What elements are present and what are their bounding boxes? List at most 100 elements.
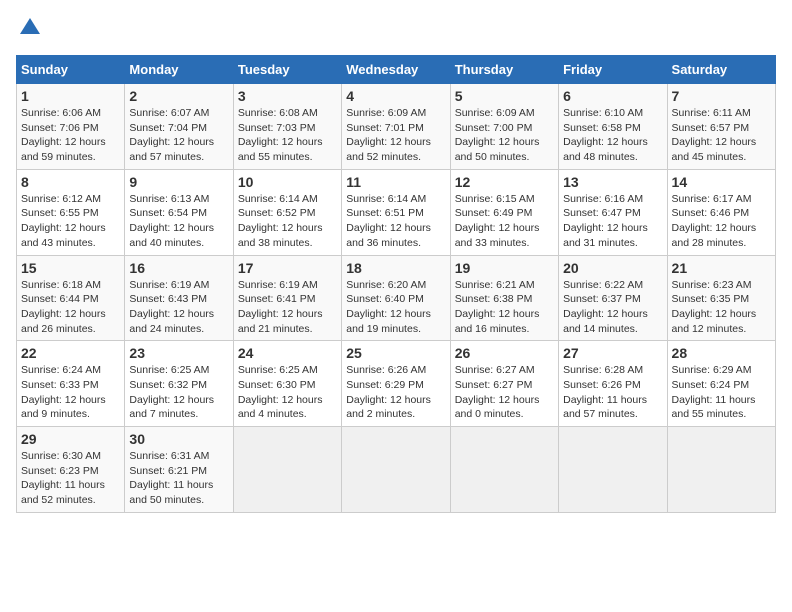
table-row: 4 Sunrise: 6:09 AM Sunset: 7:01 PM Daylig… bbox=[342, 84, 450, 170]
table-row bbox=[667, 427, 775, 513]
table-row: 6 Sunrise: 6:10 AM Sunset: 6:58 PM Daylig… bbox=[559, 84, 667, 170]
table-row: 18Sunrise: 6:20 AM Sunset: 6:40 PM Dayli… bbox=[342, 255, 450, 341]
day-info: Sunrise: 6:09 AM Sunset: 7:00 PM Dayligh… bbox=[455, 106, 554, 165]
day-number: 12 bbox=[455, 174, 554, 190]
table-row: 28 Sunrise: 6:29 AM Sunset: 6:24 PM Dayli… bbox=[667, 341, 775, 427]
day-number: 8 bbox=[21, 174, 120, 190]
day-number: 22 bbox=[21, 345, 120, 361]
day-info: Sunrise: 6:19 AM Sunset: 6:43 PM Dayligh… bbox=[129, 278, 228, 337]
day-info: Sunrise: 6:21 AM Sunset: 6:38 PM Dayligh… bbox=[455, 278, 554, 337]
day-number: 28 bbox=[672, 345, 771, 361]
table-row: 20 Sunrise: 6:22 AM Sunset: 6:37 PM Dayli… bbox=[559, 255, 667, 341]
table-row bbox=[342, 427, 450, 513]
day-number: 1 bbox=[21, 88, 120, 104]
day-info: Sunrise: 6:14 AM Sunset: 6:51 PM Dayligh… bbox=[346, 192, 445, 251]
day-number: 25 bbox=[346, 345, 445, 361]
column-header-tuesday: Tuesday bbox=[233, 56, 341, 84]
table-row: 29 Sunrise: 6:30 AM Sunset: 6:23 PM Dayli… bbox=[17, 427, 125, 513]
day-info: Sunrise: 6:24 AM Sunset: 6:33 PM Dayligh… bbox=[21, 363, 120, 422]
table-row: 15 Sunrise: 6:18 AM Sunset: 6:44 PM Dayli… bbox=[17, 255, 125, 341]
table-row: 12Sunrise: 6:15 AM Sunset: 6:49 PM Dayli… bbox=[450, 169, 558, 255]
day-info: Sunrise: 6:09 AM Sunset: 7:01 PM Dayligh… bbox=[346, 106, 445, 165]
table-row: 5 Sunrise: 6:09 AM Sunset: 7:00 PM Daylig… bbox=[450, 84, 558, 170]
day-info: Sunrise: 6:27 AM Sunset: 6:27 PM Dayligh… bbox=[455, 363, 554, 422]
table-row: 14 Sunrise: 6:17 AM Sunset: 6:46 PM Dayli… bbox=[667, 169, 775, 255]
table-row: 21Sunrise: 6:23 AM Sunset: 6:35 PM Dayli… bbox=[667, 255, 775, 341]
day-number: 5 bbox=[455, 88, 554, 104]
day-info: Sunrise: 6:18 AM Sunset: 6:44 PM Dayligh… bbox=[21, 278, 120, 337]
column-header-monday: Monday bbox=[125, 56, 233, 84]
logo-text bbox=[16, 16, 42, 45]
day-info: Sunrise: 6:17 AM Sunset: 6:46 PM Dayligh… bbox=[672, 192, 771, 251]
day-info: Sunrise: 6:19 AM Sunset: 6:41 PM Dayligh… bbox=[238, 278, 337, 337]
day-info: Sunrise: 6:29 AM Sunset: 6:24 PM Dayligh… bbox=[672, 363, 771, 422]
table-row: 19 Sunrise: 6:21 AM Sunset: 6:38 PM Dayli… bbox=[450, 255, 558, 341]
table-row: 13Sunrise: 6:16 AM Sunset: 6:47 PM Dayli… bbox=[559, 169, 667, 255]
day-number: 14 bbox=[672, 174, 771, 190]
day-number: 30 bbox=[129, 431, 228, 447]
day-number: 4 bbox=[346, 88, 445, 104]
day-number: 17 bbox=[238, 260, 337, 276]
table-row: 26 Sunrise: 6:27 AM Sunset: 6:27 PM Dayli… bbox=[450, 341, 558, 427]
day-info: Sunrise: 6:20 AM Sunset: 6:40 PM Dayligh… bbox=[346, 278, 445, 337]
day-info: Sunrise: 6:08 AM Sunset: 7:03 PM Dayligh… bbox=[238, 106, 337, 165]
table-row: 7 Sunrise: 6:11 AM Sunset: 6:57 PM Daylig… bbox=[667, 84, 775, 170]
day-number: 9 bbox=[129, 174, 228, 190]
day-info: Sunrise: 6:30 AM Sunset: 6:23 PM Dayligh… bbox=[21, 449, 120, 508]
day-info: Sunrise: 6:28 AM Sunset: 6:26 PM Dayligh… bbox=[563, 363, 662, 422]
column-header-wednesday: Wednesday bbox=[342, 56, 450, 84]
day-info: Sunrise: 6:07 AM Sunset: 7:04 PM Dayligh… bbox=[129, 106, 228, 165]
table-row bbox=[559, 427, 667, 513]
table-row: 17 Sunrise: 6:19 AM Sunset: 6:41 PM Dayli… bbox=[233, 255, 341, 341]
table-row bbox=[450, 427, 558, 513]
day-number: 20 bbox=[563, 260, 662, 276]
table-row: 22 Sunrise: 6:24 AM Sunset: 6:33 PM Dayli… bbox=[17, 341, 125, 427]
day-number: 16 bbox=[129, 260, 228, 276]
day-number: 3 bbox=[238, 88, 337, 104]
day-info: Sunrise: 6:10 AM Sunset: 6:58 PM Dayligh… bbox=[563, 106, 662, 165]
day-number: 13 bbox=[563, 174, 662, 190]
table-row bbox=[233, 427, 341, 513]
table-row: 9 Sunrise: 6:13 AM Sunset: 6:54 PM Daylig… bbox=[125, 169, 233, 255]
day-number: 26 bbox=[455, 345, 554, 361]
table-row: 27 Sunrise: 6:28 AM Sunset: 6:26 PM Dayli… bbox=[559, 341, 667, 427]
day-number: 29 bbox=[21, 431, 120, 447]
column-header-friday: Friday bbox=[559, 56, 667, 84]
table-row: 8 Sunrise: 6:12 AM Sunset: 6:55 PM Daylig… bbox=[17, 169, 125, 255]
day-info: Sunrise: 6:12 AM Sunset: 6:55 PM Dayligh… bbox=[21, 192, 120, 251]
day-info: Sunrise: 6:26 AM Sunset: 6:29 PM Dayligh… bbox=[346, 363, 445, 422]
day-number: 27 bbox=[563, 345, 662, 361]
day-info: Sunrise: 6:13 AM Sunset: 6:54 PM Dayligh… bbox=[129, 192, 228, 251]
table-row: 1 Sunrise: 6:06 AM Sunset: 7:06 PM Daylig… bbox=[17, 84, 125, 170]
table-row: 30 Sunrise: 6:31 AM Sunset: 6:21 PM Dayli… bbox=[125, 427, 233, 513]
table-row: 10 Sunrise: 6:14 AM Sunset: 6:52 PM Dayli… bbox=[233, 169, 341, 255]
table-row: 16 Sunrise: 6:19 AM Sunset: 6:43 PM Dayli… bbox=[125, 255, 233, 341]
day-number: 15 bbox=[21, 260, 120, 276]
day-info: Sunrise: 6:14 AM Sunset: 6:52 PM Dayligh… bbox=[238, 192, 337, 251]
day-info: Sunrise: 6:22 AM Sunset: 6:37 PM Dayligh… bbox=[563, 278, 662, 337]
day-number: 6 bbox=[563, 88, 662, 104]
table-row: 24 Sunrise: 6:25 AM Sunset: 6:30 PM Dayli… bbox=[233, 341, 341, 427]
table-row: 11 Sunrise: 6:14 AM Sunset: 6:51 PM Dayli… bbox=[342, 169, 450, 255]
table-row: 25 Sunrise: 6:26 AM Sunset: 6:29 PM Dayli… bbox=[342, 341, 450, 427]
logo bbox=[16, 16, 42, 45]
table-row: 23Sunrise: 6:25 AM Sunset: 6:32 PM Dayli… bbox=[125, 341, 233, 427]
day-info: Sunrise: 6:11 AM Sunset: 6:57 PM Dayligh… bbox=[672, 106, 771, 165]
day-number: 19 bbox=[455, 260, 554, 276]
day-number: 2 bbox=[129, 88, 228, 104]
column-header-sunday: Sunday bbox=[17, 56, 125, 84]
day-number: 10 bbox=[238, 174, 337, 190]
day-number: 24 bbox=[238, 345, 337, 361]
day-number: 7 bbox=[672, 88, 771, 104]
day-info: Sunrise: 6:31 AM Sunset: 6:21 PM Dayligh… bbox=[129, 449, 228, 508]
day-info: Sunrise: 6:06 AM Sunset: 7:06 PM Dayligh… bbox=[21, 106, 120, 165]
header bbox=[16, 16, 776, 45]
day-number: 23 bbox=[129, 345, 228, 361]
column-header-thursday: Thursday bbox=[450, 56, 558, 84]
logo-icon bbox=[18, 16, 42, 40]
table-row: 3 Sunrise: 6:08 AM Sunset: 7:03 PM Daylig… bbox=[233, 84, 341, 170]
day-info: Sunrise: 6:25 AM Sunset: 6:30 PM Dayligh… bbox=[238, 363, 337, 422]
day-info: Sunrise: 6:23 AM Sunset: 6:35 PM Dayligh… bbox=[672, 278, 771, 337]
table-row: 2 Sunrise: 6:07 AM Sunset: 7:04 PM Daylig… bbox=[125, 84, 233, 170]
day-number: 11 bbox=[346, 174, 445, 190]
